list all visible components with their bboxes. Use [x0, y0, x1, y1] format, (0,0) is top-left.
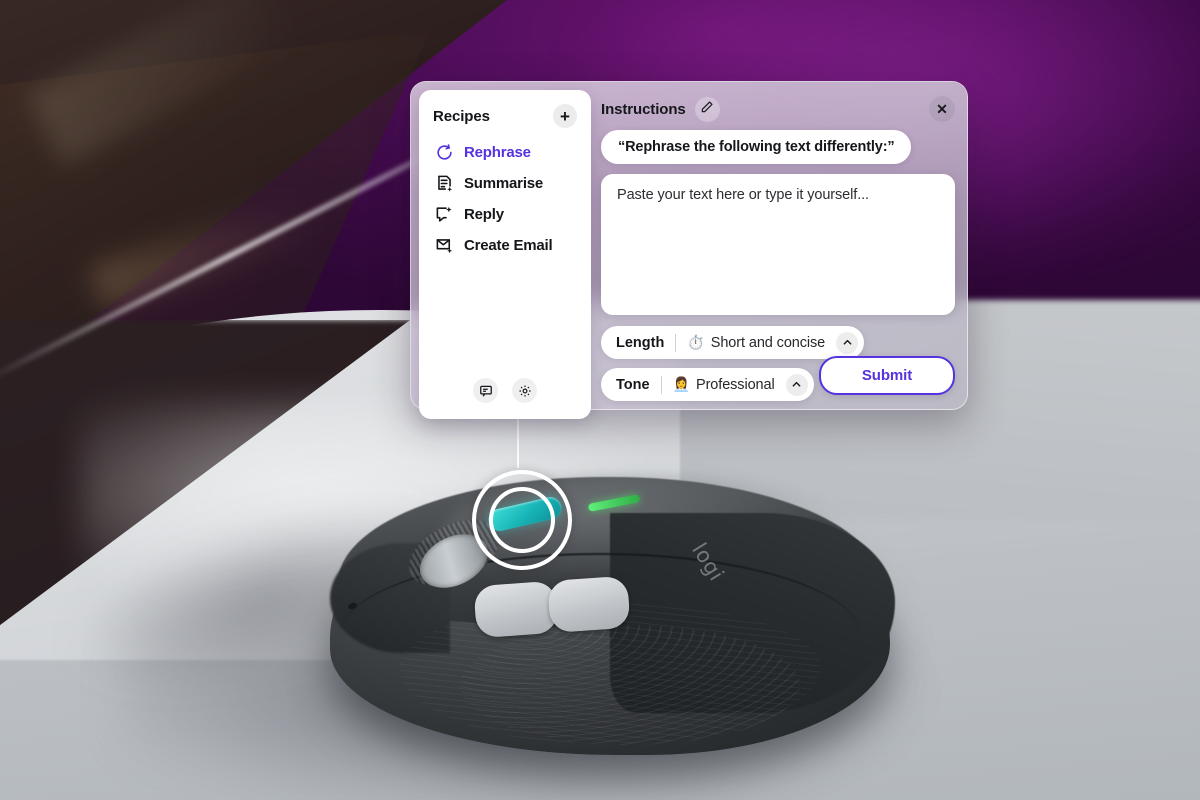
sidebar-item-reply[interactable]: Reply [434, 204, 591, 224]
chevron-up-icon[interactable] [836, 331, 859, 354]
sidebar-item-label: Reply [464, 205, 504, 223]
feedback-chat-icon[interactable] [473, 378, 498, 403]
tone-value: Professional [696, 376, 775, 393]
close-button[interactable]: ✕ [929, 96, 955, 122]
create-email-envelope-icon [434, 235, 454, 255]
sidebar-item-label: Rephrase [464, 143, 531, 161]
edit-instructions-button[interactable] [694, 96, 720, 122]
sidebar-item-label: Summarise [464, 174, 544, 192]
instructions-pane: Instructions ✕ “Rephrase the following t… [601, 92, 955, 401]
rephrase-refresh-icon [434, 142, 454, 162]
submit-button[interactable]: Submit [819, 356, 955, 395]
reply-chat-icon [434, 204, 454, 224]
recipes-sidebar: Recipes + Rephrase Summarise Reply Creat… [419, 90, 591, 419]
submit-row: Submit [819, 356, 955, 395]
thumb-button-forward [473, 580, 559, 639]
tone-label: Tone [616, 376, 650, 393]
settings-gear-icon[interactable] [512, 378, 537, 403]
sidebar-item-summarise[interactable]: Summarise [434, 173, 591, 193]
prompt-chip[interactable]: “Rephrase the following text differently… [601, 130, 912, 164]
mouse-texture-dots [460, 625, 800, 745]
professional-person-icon: 👩‍💼 [672, 376, 690, 392]
sidebar-item-rephrase[interactable]: Rephrase [434, 142, 591, 162]
add-recipe-button[interactable]: + [553, 104, 577, 128]
tone-select[interactable]: Tone 👩‍💼 Professional [601, 368, 814, 401]
ai-assistant-panel: Recipes + Rephrase Summarise Reply Creat… [410, 81, 968, 419]
sidebar-item-label: Create Email [464, 236, 553, 254]
callout-ring-inner [489, 487, 555, 553]
summarise-document-icon [434, 173, 454, 193]
length-value: Short and concise [710, 334, 826, 351]
text-input-area[interactable]: Paste your text here or type it yourself… [601, 174, 955, 315]
instructions-header: Instructions ✕ [601, 92, 955, 126]
plus-icon: + [560, 106, 570, 126]
screenshot-stage: logi Recipes + Rephrase Summarise Reply … [0, 0, 1200, 800]
length-label: Length [616, 334, 665, 351]
thumb-button-back [547, 575, 631, 634]
sidebar-item-create-email[interactable]: Create Email [434, 235, 591, 255]
page-title: Instructions [601, 100, 686, 118]
length-select[interactable]: Length ⏱️ Short and concise [601, 326, 865, 359]
sidebar-title: Recipes [433, 107, 490, 125]
computer-mouse: logi [310, 455, 895, 765]
recipes-list: Rephrase Summarise Reply Create Email [419, 142, 591, 255]
pencil-icon [700, 100, 714, 119]
stopwatch-icon: ⏱️ [687, 334, 705, 350]
sidebar-header: Recipes + [419, 90, 591, 128]
chevron-up-icon[interactable] [785, 373, 808, 396]
close-icon: ✕ [936, 100, 948, 117]
sidebar-footer [419, 378, 591, 419]
thumb-buttons [473, 575, 631, 639]
